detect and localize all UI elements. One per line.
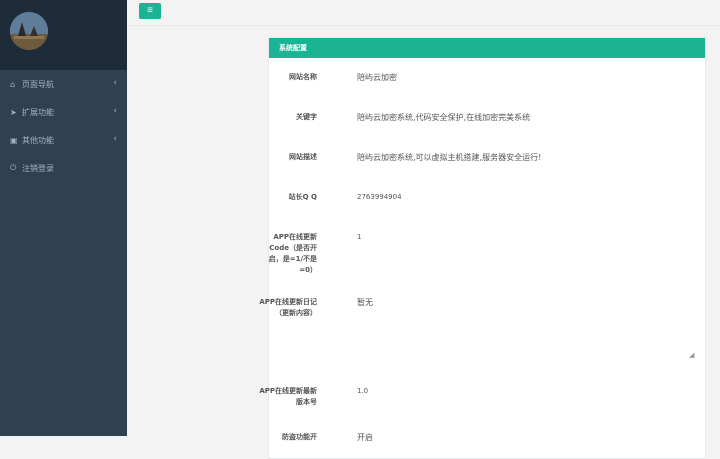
sidebar-item-label: 其他功能	[22, 135, 54, 145]
field-label: APP在线更新最新版本号	[259, 387, 317, 406]
avatar[interactable]	[10, 12, 48, 50]
field-label: 防盗功能开	[282, 433, 317, 441]
sidebar: ⌂ 页面导航 ‹ ➤ 扩展功能 ‹ ▣ 其他功能 ‹ ⏻ 注销登录	[0, 0, 127, 436]
sidebar-item-extensions[interactable]: ➤ 扩展功能 ‹	[0, 98, 127, 126]
sidebar-item-label: 扩展功能	[22, 107, 54, 117]
sidebar-item-label: 页面导航	[22, 79, 54, 89]
sidebar-item-page-nav[interactable]: ⌂ 页面导航 ‹	[0, 70, 127, 98]
power-icon: ⏻	[10, 163, 17, 172]
app-update-log-textarea[interactable]: 暂无	[357, 297, 373, 308]
briefcase-icon: ▣	[10, 135, 18, 145]
chevron-left-icon: ‹	[113, 78, 117, 88]
keywords-input[interactable]: 陪屿云加密系统,代码安全保护,在线加密完美系统	[357, 112, 530, 123]
anti-theft-select[interactable]: 开启	[357, 432, 373, 443]
field-label: 网站名称	[289, 73, 317, 81]
sidebar-item-label: 注销登录	[22, 163, 54, 173]
chevron-left-icon: ‹	[113, 106, 117, 116]
description-input[interactable]: 陪屿云加密系统,可以虚拟主机搭建,服务器安全运行!	[357, 152, 541, 163]
paper-plane-icon: ➤	[10, 107, 17, 117]
chevron-left-icon: ‹	[113, 134, 117, 144]
textarea-resize-icon[interactable]: ◢	[689, 351, 694, 359]
field-label: 站长Q Q	[288, 193, 317, 201]
hamburger-icon: ≡	[147, 5, 153, 16]
field-label: APP在线更新Code（是否开启，是=1/不是=0）	[268, 233, 317, 274]
sidebar-item-other[interactable]: ▣ 其他功能 ‹	[0, 126, 127, 154]
field-label: 关键字	[296, 113, 317, 121]
home-icon: ⌂	[10, 79, 16, 89]
menu-toggle-button[interactable]: ≡	[139, 3, 161, 19]
app-version-input[interactable]: 1.0	[357, 386, 368, 397]
top-divider	[127, 25, 720, 26]
panel-title: 系统配置	[269, 38, 705, 58]
site-name-input[interactable]: 陪屿云加密	[357, 72, 397, 83]
sidebar-header	[0, 0, 127, 70]
admin-qq-input[interactable]: 2763994904	[357, 192, 402, 203]
field-label: APP在线更新日记（更新内容）	[259, 298, 317, 317]
app-update-code-input[interactable]: 1	[357, 232, 361, 243]
field-label: 网站描述	[289, 153, 317, 161]
system-config-panel: 系统配置 网站名称 陪屿云加密 关键字 陪屿云加密系统,代码安全保护,在线加密完…	[259, 37, 706, 459]
sidebar-item-logout[interactable]: ⏻ 注销登录	[0, 154, 127, 182]
